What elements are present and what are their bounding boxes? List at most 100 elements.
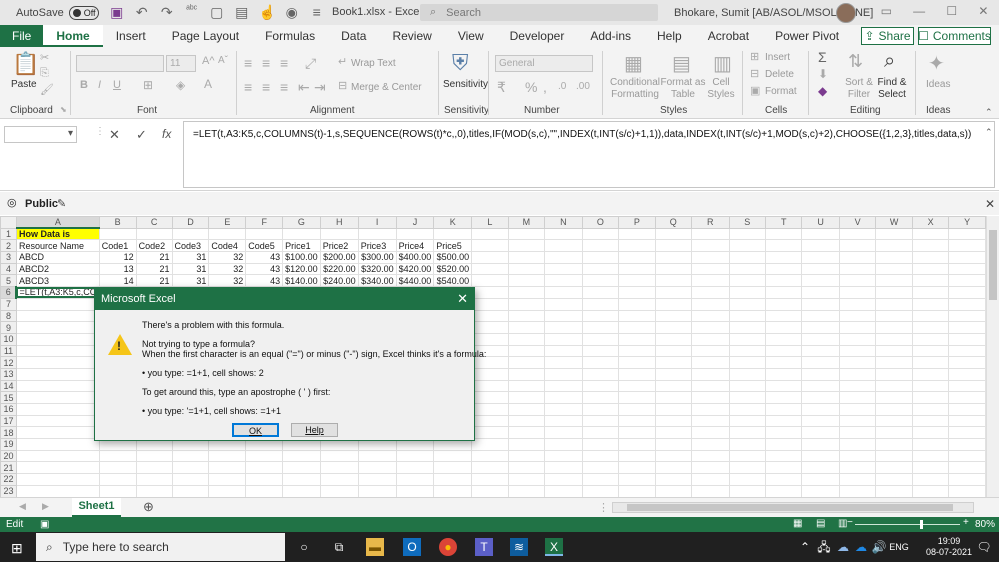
cell[interactable] — [581, 449, 620, 463]
cell[interactable] — [875, 239, 913, 253]
cell[interactable] — [801, 309, 840, 323]
cell[interactable] — [948, 438, 986, 451]
cell[interactable] — [875, 403, 913, 416]
cell[interactable] — [654, 403, 693, 416]
cell[interactable] — [948, 379, 986, 393]
cell[interactable] — [728, 414, 766, 428]
cell[interactable] — [875, 449, 913, 463]
column-header[interactable]: W — [875, 216, 913, 229]
column-header[interactable]: E — [208, 216, 247, 229]
cell[interactable] — [654, 262, 693, 276]
cell[interactable] — [544, 227, 583, 241]
cell[interactable] — [801, 321, 840, 334]
cell[interactable] — [618, 461, 656, 475]
cell[interactable]: $540.00 — [433, 274, 473, 288]
cell[interactable] — [618, 286, 656, 299]
cell[interactable] — [801, 251, 840, 264]
row-header[interactable]: 10 — [0, 332, 17, 346]
taskbar-search[interactable]: ⌕ Type here to search — [36, 533, 285, 561]
tab-review[interactable]: Review — [379, 25, 444, 47]
tab-data[interactable]: Data — [328, 25, 379, 47]
vscode-icon[interactable]: ≋ — [510, 538, 528, 556]
next-sheet-icon[interactable]: ▶ — [42, 501, 49, 512]
row-header[interactable]: 16 — [0, 403, 17, 416]
cell[interactable]: $500.00 — [433, 251, 473, 264]
cell[interactable] — [948, 461, 986, 475]
cell[interactable] — [654, 286, 693, 299]
cell[interactable] — [691, 403, 730, 416]
ribbon-display-icon[interactable]: ▭ — [881, 4, 892, 22]
insert-cells-icon[interactable]: ⊞ — [750, 50, 759, 63]
cell[interactable] — [691, 473, 730, 486]
cell[interactable] — [544, 438, 583, 451]
cell[interactable] — [728, 297, 766, 311]
cell[interactable] — [581, 484, 620, 497]
insert-cells-button[interactable]: Insert — [765, 52, 790, 63]
cell[interactable] — [581, 344, 620, 358]
cell[interactable] — [395, 227, 435, 241]
cell[interactable] — [507, 426, 546, 440]
cell[interactable] — [135, 461, 173, 475]
cell[interactable] — [764, 309, 803, 323]
decrease-decimal-icon[interactable]: .00 — [576, 81, 590, 92]
new-file-icon[interactable]: ▢ — [209, 4, 225, 21]
cell[interactable] — [801, 274, 840, 288]
cell[interactable] — [801, 262, 840, 276]
percent-icon[interactable]: % — [525, 79, 537, 95]
column-header[interactable]: J — [395, 216, 435, 229]
chrome-icon[interactable]: ● — [439, 538, 457, 556]
row-header[interactable]: 21 — [0, 461, 17, 475]
cell[interactable] — [728, 403, 766, 416]
cell[interactable] — [471, 438, 509, 451]
cell[interactable] — [728, 461, 766, 475]
cell[interactable] — [507, 449, 546, 463]
cell[interactable] — [875, 332, 913, 346]
column-header[interactable]: Q — [654, 216, 693, 229]
touch-mode-icon[interactable]: ☝ — [259, 4, 276, 21]
cell[interactable] — [764, 356, 803, 369]
notification-icon[interactable]: 🗨 — [975, 538, 993, 556]
cell[interactable]: Price5 — [433, 239, 473, 253]
redo-icon[interactable]: ↷ — [159, 4, 175, 21]
cell[interactable] — [911, 414, 950, 428]
column-header[interactable]: K — [433, 216, 473, 229]
format-cells-icon[interactable]: ▣ — [750, 84, 760, 97]
cell[interactable] — [581, 251, 620, 264]
cell[interactable] — [171, 449, 210, 463]
cell[interactable] — [764, 379, 803, 393]
network-icon[interactable]: 🖧 — [815, 538, 833, 556]
column-header[interactable]: T — [764, 216, 803, 229]
align-top-icon[interactable]: ≡ — [244, 55, 252, 71]
cell[interactable] — [471, 379, 509, 393]
cell[interactable] — [544, 332, 583, 346]
undo-icon[interactable]: ↶ — [134, 4, 150, 21]
cell[interactable] — [395, 449, 435, 463]
cell[interactable] — [654, 274, 693, 288]
cell[interactable] — [581, 426, 620, 440]
cell[interactable] — [838, 227, 877, 241]
cell[interactable] — [395, 473, 435, 486]
cell[interactable] — [654, 321, 693, 334]
fill-color-icon[interactable]: ◈ — [176, 78, 185, 92]
cell[interactable] — [911, 391, 950, 404]
avatar[interactable] — [836, 3, 856, 23]
cell[interactable] — [764, 403, 803, 416]
decrease-indent-icon[interactable]: ⇤ — [298, 79, 310, 96]
cell[interactable] — [618, 356, 656, 369]
cell[interactable] — [15, 438, 100, 451]
cell[interactable] — [948, 414, 986, 428]
minimize-icon[interactable]: — — [913, 4, 925, 22]
font-size-combo[interactable]: 11 — [166, 55, 196, 72]
cell[interactable] — [728, 449, 766, 463]
prev-sheet-icon[interactable]: ◀ — [19, 501, 26, 512]
cell[interactable] — [618, 262, 656, 276]
cell[interactable] — [98, 227, 137, 241]
cell[interactable] — [507, 251, 546, 264]
cell[interactable] — [654, 461, 693, 475]
cell[interactable] — [728, 473, 766, 486]
cell[interactable] — [838, 239, 877, 253]
column-header[interactable]: H — [319, 216, 359, 229]
cell[interactable] — [911, 379, 950, 393]
cell[interactable] — [764, 274, 803, 288]
cell[interactable] — [838, 414, 877, 428]
